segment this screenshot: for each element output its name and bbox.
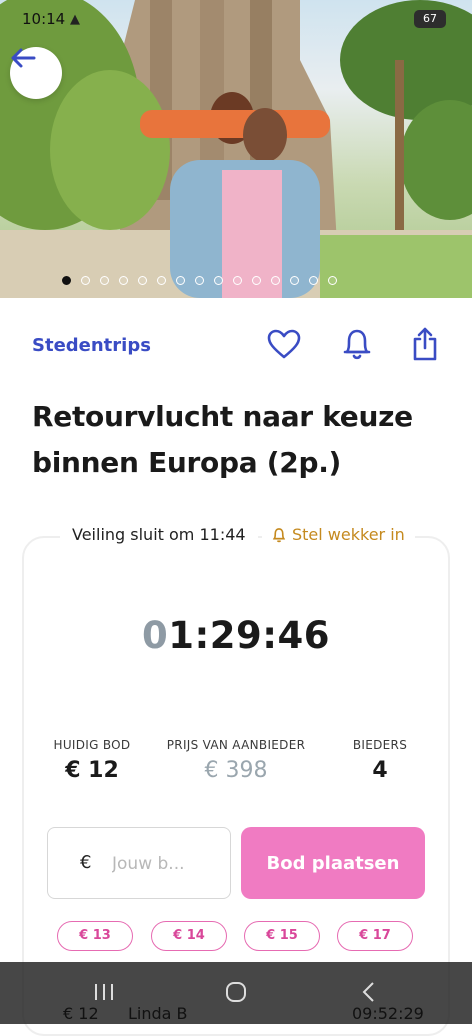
hero-photo [0, 0, 472, 298]
carousel-dot[interactable] [81, 276, 90, 285]
ticker-bidder: Linda B [128, 1004, 188, 1023]
ticker-amount: € 12 [63, 1004, 99, 1023]
set-alarm-label: Stel wekker in [292, 525, 405, 544]
timer-leading-digit: 0 [141, 614, 169, 657]
quick-bid-chip[interactable]: € 17 [337, 921, 413, 951]
currency-symbol: € [80, 852, 92, 873]
bidders-stat: BIEDERS 4 [340, 738, 420, 783]
carousel-dot[interactable] [100, 276, 109, 285]
hero-image[interactable]: 10:14 ▲ 67 [0, 0, 472, 298]
quick-bid-chip[interactable]: € 15 [244, 921, 320, 951]
set-alarm-button[interactable]: Stel wekker in [262, 524, 415, 546]
countdown-timer: 01:29:46 [0, 614, 472, 657]
category-link[interactable]: Stedentrips [32, 335, 151, 356]
carousel-dot[interactable] [271, 276, 280, 285]
current-bid-stat: HUIDIG BOD € 12 [47, 738, 137, 783]
back-button[interactable] [10, 47, 62, 99]
carousel-dot[interactable] [252, 276, 261, 285]
quick-bid-chip[interactable]: € 14 [151, 921, 227, 951]
arrow-left-icon [11, 48, 36, 68]
bidders-value: 4 [372, 758, 388, 783]
current-bid-value: € 12 [65, 758, 119, 783]
alarm-bell-icon [272, 528, 286, 543]
carousel-dot[interactable] [328, 276, 337, 285]
notification-icon: ▲ [70, 12, 80, 27]
auction-close-time: Veiling sluit om 11:44 [60, 524, 258, 546]
carousel-dot[interactable] [290, 276, 299, 285]
provider-price-label: PRIJS VAN AANBIEDER [166, 738, 306, 752]
carousel-dot[interactable] [138, 276, 147, 285]
ticker-time: 09:52:29 [352, 1004, 424, 1023]
recent-apps-icon[interactable] [92, 980, 116, 1004]
carousel-dot[interactable] [195, 276, 204, 285]
back-nav-icon[interactable] [358, 980, 382, 1004]
battery-icon: 67 [414, 10, 446, 28]
provider-price-value: € 398 [204, 758, 268, 783]
heart-icon [267, 329, 301, 359]
carousel-dot[interactable] [309, 276, 318, 285]
place-bid-button[interactable]: Bod plaatsen [241, 827, 425, 899]
carousel-dot[interactable] [176, 276, 185, 285]
status-bar: 10:14 ▲ 67 [0, 0, 472, 40]
carousel-dot[interactable] [214, 276, 223, 285]
bell-icon [343, 329, 371, 360]
carousel-dot[interactable] [233, 276, 242, 285]
current-bid-label: HUIDIG BOD [53, 738, 131, 752]
quick-bid-chip[interactable]: € 13 [57, 921, 133, 951]
bid-amount-input[interactable] [110, 846, 224, 882]
carousel-indicator[interactable] [62, 276, 337, 285]
notify-button[interactable] [339, 326, 375, 362]
auction-card [22, 536, 450, 1036]
provider-price-stat: PRIJS VAN AANBIEDER € 398 [156, 738, 316, 783]
home-icon[interactable] [224, 980, 248, 1004]
carousel-dot[interactable] [62, 276, 71, 285]
page-title: Retourvlucht naar keuze binnen Europa (2… [32, 400, 413, 479]
bidders-label: BIEDERS [352, 738, 408, 752]
carousel-dot[interactable] [157, 276, 166, 285]
share-icon [413, 327, 437, 361]
favorite-button[interactable] [266, 326, 302, 362]
timer-value: 1:29:46 [168, 614, 331, 657]
carousel-dot[interactable] [119, 276, 128, 285]
status-time: 10:14 [22, 10, 66, 28]
bid-field[interactable]: € [47, 827, 231, 899]
share-button[interactable] [407, 326, 443, 362]
